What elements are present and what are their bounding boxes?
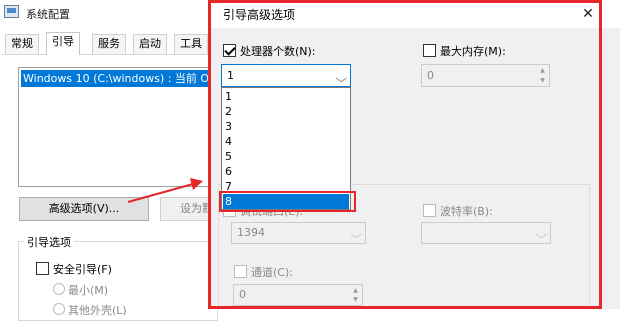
tab-tools[interactable]: 工具: [174, 34, 208, 54]
os-list[interactable]: Windows 10 (C:\windows) : 当前 OS; 默认 OS: [18, 67, 215, 187]
baud-rate-label: 波特率(B):: [440, 205, 493, 218]
tab-strip: 常规 引导 服务 启动 工具: [0, 32, 212, 55]
processor-option[interactable]: 7: [223, 179, 349, 194]
minimal-radio[interactable]: [53, 283, 65, 295]
system-config-window: 系统配置 常规 引导 服务 启动 工具 Windows 10 (C:\windo…: [0, 0, 218, 321]
minimal-label: 最小(M): [68, 284, 109, 297]
chevron-down-icon: ⌵: [349, 228, 362, 241]
chevron-down-icon: ⌵: [334, 72, 347, 85]
spin-up-icon[interactable]: ▲: [537, 66, 548, 76]
chevron-down-icon: ⌵: [534, 228, 547, 241]
advanced-options-button[interactable]: 高级选项(V)...: [19, 197, 149, 221]
processor-count-select[interactable]: 1 ⌵: [221, 64, 351, 87]
channel-label: 通道(C):: [251, 266, 293, 279]
debug-port-select[interactable]: 1394 ⌵: [231, 222, 366, 244]
processor-option[interactable]: 4: [223, 134, 349, 149]
safe-boot-checkbox[interactable]: [36, 262, 49, 275]
tab-startup[interactable]: 启动: [133, 34, 167, 54]
window-title: 系统配置: [26, 8, 70, 21]
processor-option[interactable]: 6: [223, 164, 349, 179]
baud-rate-select[interactable]: ⌵: [421, 222, 551, 244]
processor-option[interactable]: 5: [223, 149, 349, 164]
os-list-item[interactable]: Windows 10 (C:\windows) : 当前 OS; 默认 OS: [21, 70, 215, 87]
system-config-app-icon: [4, 5, 19, 18]
processor-count-value: 1: [227, 69, 234, 82]
alternate-shell-label: 其他外壳(L): [68, 304, 127, 317]
set-default-button[interactable]: 设为默认值(D): [160, 197, 216, 221]
processor-count-label: 处理器个数(N):: [240, 45, 316, 58]
tab-boot[interactable]: 引导: [46, 32, 80, 55]
tab-services[interactable]: 服务: [92, 34, 126, 54]
title-bar: 系统配置: [0, 0, 212, 26]
advanced-boot-options-dialog: 引导高级选项 ✕ 处理器个数(N): 1 ⌵ 最大内存(M): 0 ▲ ▼ 调试…: [209, 0, 620, 309]
alternate-shell-radio[interactable]: [53, 303, 65, 315]
max-memory-value: 0: [427, 69, 434, 82]
close-icon[interactable]: ✕: [577, 4, 599, 24]
baud-rate-checkbox[interactable]: [423, 204, 436, 217]
dialog-title: 引导高级选项: [223, 8, 296, 22]
tab-general[interactable]: 常规: [5, 34, 39, 54]
processor-count-dropdown-list[interactable]: 1 2 3 4 5 6 7 8: [221, 87, 351, 210]
processor-count-checkbox[interactable]: [223, 44, 236, 57]
processor-option-selected[interactable]: 8: [223, 194, 349, 209]
processor-option[interactable]: 1: [223, 89, 349, 104]
channel-checkbox[interactable]: [234, 265, 247, 278]
channel-value: 0: [239, 288, 246, 301]
spin-down-icon[interactable]: ▼: [350, 295, 361, 305]
max-memory-label: 最大内存(M):: [440, 45, 506, 58]
channel-input[interactable]: 0 ▲ ▼: [233, 284, 363, 306]
safe-boot-label: 安全引导(F): [53, 263, 112, 276]
processor-option[interactable]: 3: [223, 119, 349, 134]
processor-option[interactable]: 2: [223, 104, 349, 119]
boot-options-title: 引导选项: [24, 234, 74, 250]
spin-down-icon[interactable]: ▼: [537, 76, 548, 86]
dialog-title-bar: 引导高级选项 ✕: [210, 0, 620, 28]
debug-port-value: 1394: [237, 226, 265, 239]
max-memory-checkbox[interactable]: [423, 44, 436, 57]
max-memory-input[interactable]: 0 ▲ ▼: [421, 64, 550, 87]
